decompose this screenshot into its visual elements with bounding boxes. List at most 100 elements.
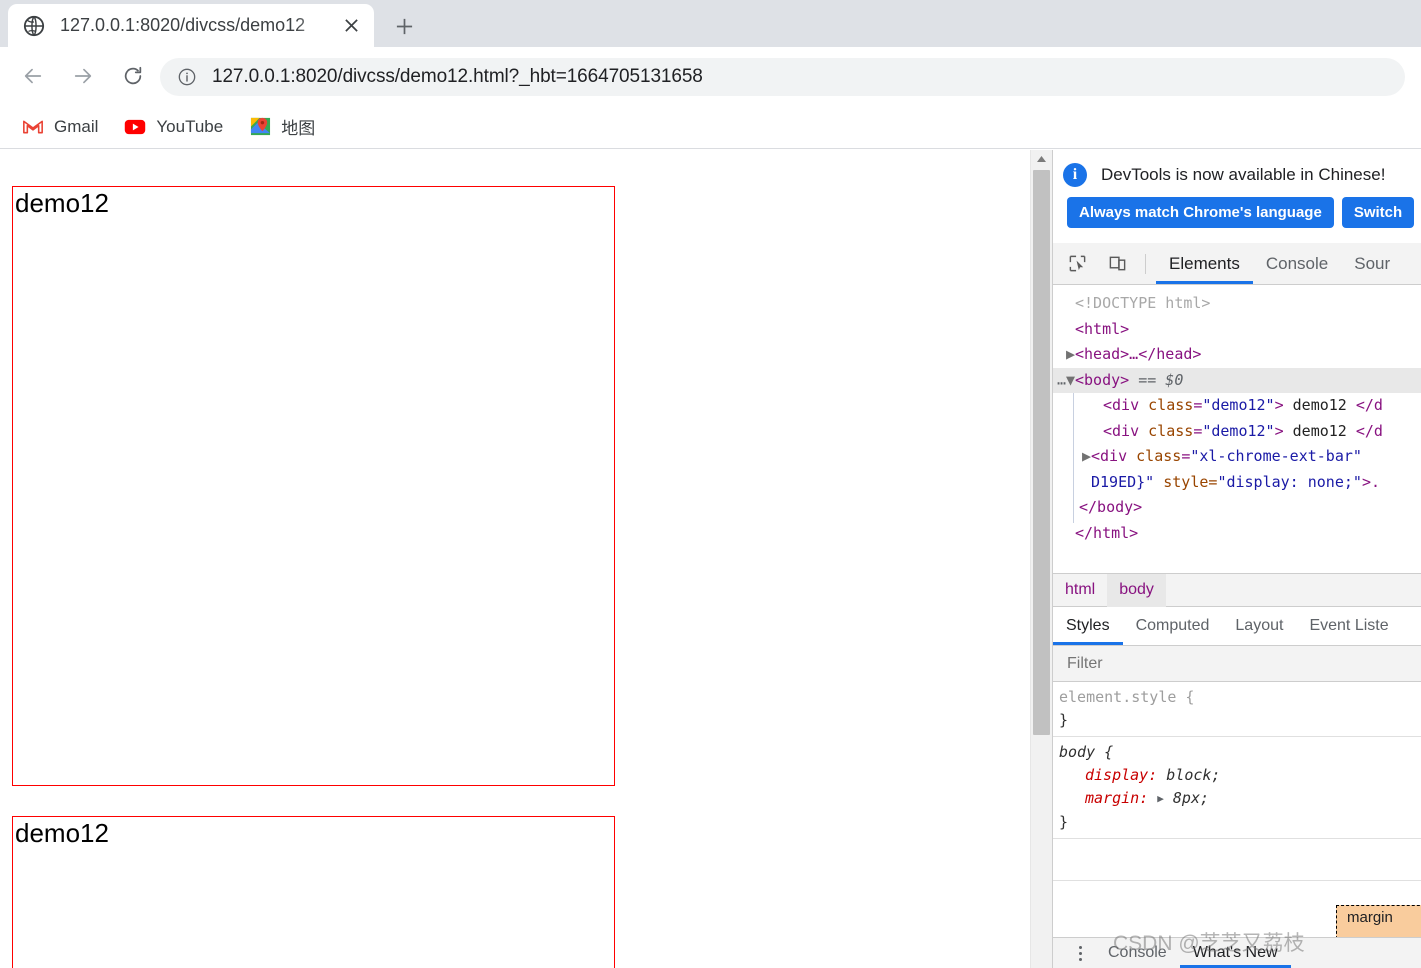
browser-tab[interactable]: 127.0.0.1:8020/divcss/demo12: [8, 4, 374, 47]
tab-styles[interactable]: Styles: [1053, 607, 1123, 645]
dom-tree[interactable]: <!DOCTYPE html> <html> ▶ <head>…</head> …: [1053, 285, 1421, 573]
rule-close-brace: }: [1059, 711, 1069, 729]
div-tag-close: </d: [1355, 396, 1383, 414]
rule-body[interactable]: body { display: block; margin: ▶ 8px; }: [1053, 737, 1421, 839]
box-model-margin-region[interactable]: margin: [1336, 905, 1421, 937]
div-text: demo12: [1292, 421, 1356, 440]
url-text: 127.0.0.1:8020/divcss/demo12.html?_hbt=1…: [212, 66, 703, 87]
declaration-value[interactable]: block;: [1166, 766, 1220, 784]
div-tag-gt: >: [1274, 396, 1293, 414]
breadcrumb: html body: [1053, 573, 1421, 607]
address-bar[interactable]: 127.0.0.1:8020/divcss/demo12.html?_hbt=1…: [160, 58, 1405, 96]
bookmark-label: Gmail: [54, 116, 99, 136]
div-tag-close: </d: [1355, 421, 1383, 440]
dom-line-head[interactable]: ▶ <head>…</head>: [1053, 342, 1421, 368]
close-icon[interactable]: [336, 11, 366, 41]
declaration-property: display: [1085, 766, 1149, 784]
expand-triangle-icon[interactable]: ▶: [1082, 444, 1091, 470]
scroll-up-arrow-icon[interactable]: [1031, 150, 1052, 168]
styles-rules-list[interactable]: element.style { } body { display: block;…: [1053, 682, 1421, 880]
gmail-icon: [22, 116, 44, 138]
demo12-box-2: demo12: [12, 816, 615, 968]
devtools-language-banner: i DevTools is now available in Chinese! …: [1053, 150, 1421, 243]
scrollbar-thumb[interactable]: [1033, 170, 1050, 735]
declaration-margin[interactable]: margin: ▶ 8px;: [1059, 787, 1421, 811]
page-scrollbar[interactable]: [1030, 150, 1052, 968]
declaration-property: margin: [1085, 789, 1140, 807]
drawer-tab-console[interactable]: Console: [1095, 938, 1180, 968]
tab-event-listeners[interactable]: Event Liste: [1296, 607, 1401, 645]
bookmarks-bar: Gmail YouTube 地图: [0, 105, 1421, 149]
declaration-display[interactable]: display: block;: [1059, 764, 1421, 787]
dom-line-div-2[interactable]: <div class="demo12"> demo12 </d: [1053, 419, 1421, 445]
always-match-language-button[interactable]: Always match Chrome's language: [1067, 197, 1334, 228]
div-attr-name: class: [1136, 447, 1182, 465]
breadcrumb-html[interactable]: html: [1053, 574, 1107, 607]
demo12-box-label: demo12: [15, 188, 109, 218]
info-circle-icon[interactable]: [176, 66, 198, 88]
body-close-text: </body>: [1079, 498, 1143, 516]
toolbar-divider: [1145, 253, 1146, 274]
tab-title: 127.0.0.1:8020/divcss/demo12: [60, 15, 306, 35]
more-options-icon[interactable]: [1065, 938, 1095, 968]
reload-button[interactable]: [116, 59, 150, 93]
div-tag-gt: >.: [1361, 472, 1380, 491]
dom-line-div-3[interactable]: ▶ <div class="xl-chrome-ext-bar": [1053, 444, 1421, 470]
bookmark-label: 地图: [281, 119, 316, 138]
new-tab-button[interactable]: [385, 9, 423, 43]
div-attr-name: class: [1148, 396, 1194, 414]
devtools-toolbar: Elements Console Sour: [1053, 243, 1421, 285]
demo12-box-1: demo12: [12, 186, 615, 786]
content-area: demo12 demo12 i DevTools is now availabl…: [0, 150, 1421, 968]
div-attr-name: class: [1148, 421, 1194, 440]
rule-element-style[interactable]: element.style { }: [1053, 682, 1421, 737]
rule-selector: element.style {: [1059, 688, 1195, 706]
dom-line-div-1[interactable]: <div class="demo12"> demo12 </d: [1053, 393, 1421, 523]
doctype-text: <!DOCTYPE html>: [1075, 294, 1211, 312]
expand-triangle-icon[interactable]: ▶: [1066, 342, 1075, 368]
bookmark-gmail[interactable]: Gmail: [18, 112, 102, 142]
div-attr-value: "demo12": [1202, 421, 1275, 440]
google-maps-icon: [249, 116, 271, 138]
forward-button[interactable]: [66, 59, 100, 93]
rule-selector: body {: [1059, 743, 1114, 761]
breadcrumb-body[interactable]: body: [1107, 573, 1166, 607]
div-style-value: "display: none;": [1217, 472, 1362, 491]
bookmark-youtube[interactable]: YouTube: [120, 112, 227, 142]
tab-sources[interactable]: Sour: [1341, 243, 1403, 284]
drawer-tab-whats-new[interactable]: What's New: [1180, 938, 1291, 968]
collapse-triangle-icon[interactable]: ▼: [1066, 368, 1075, 394]
dom-line-html-open[interactable]: <html>: [1053, 317, 1421, 343]
dom-line-div-3-wrap[interactable]: D19ED}" style="display: none;">.: [1053, 470, 1421, 496]
device-toggle-icon[interactable]: [1101, 248, 1133, 280]
div-tag-open: <div: [1103, 396, 1149, 414]
bookmark-maps[interactable]: 地图: [245, 112, 319, 142]
back-button[interactable]: [16, 59, 50, 93]
inspect-element-icon[interactable]: [1061, 248, 1093, 280]
box-model-diagram: margin: [1053, 880, 1421, 937]
rule-close-brace: }: [1059, 813, 1069, 831]
div-attr-value: "xl-chrome-ext-bar": [1190, 447, 1362, 465]
div-tag-gt: >: [1274, 421, 1293, 440]
tab-layout[interactable]: Layout: [1222, 607, 1296, 645]
demo12-box-label: demo12: [15, 818, 109, 848]
tab-console[interactable]: Console: [1253, 243, 1341, 284]
devtools-panel: i DevTools is now available in Chinese! …: [1052, 150, 1421, 968]
styles-filter-row: [1053, 646, 1421, 682]
dom-line-body-close: </body>: [1053, 495, 1421, 521]
switch-language-button[interactable]: Switch: [1341, 197, 1415, 228]
dom-line-html-close: </html>: [1053, 521, 1421, 547]
head-tag-text: <head>…</head>: [1075, 345, 1202, 363]
bookmark-label: YouTube: [156, 116, 224, 136]
expand-triangle-icon[interactable]: ▶: [1157, 787, 1164, 810]
body-tag-text: <body>: [1075, 370, 1130, 389]
dom-line-body-open[interactable]: ⋯ ▼ <body> == $0: [1053, 367, 1421, 394]
box-model-margin-label: margin: [1347, 909, 1393, 926]
tab-computed[interactable]: Computed: [1123, 607, 1223, 645]
banner-message: DevTools is now available in Chinese!: [1101, 165, 1386, 184]
youtube-icon: [124, 116, 146, 138]
div-tag-open: <div: [1091, 447, 1137, 465]
declaration-value[interactable]: 8px;: [1173, 789, 1209, 807]
tab-elements[interactable]: Elements: [1156, 243, 1253, 284]
styles-filter-input[interactable]: [1065, 653, 1365, 674]
